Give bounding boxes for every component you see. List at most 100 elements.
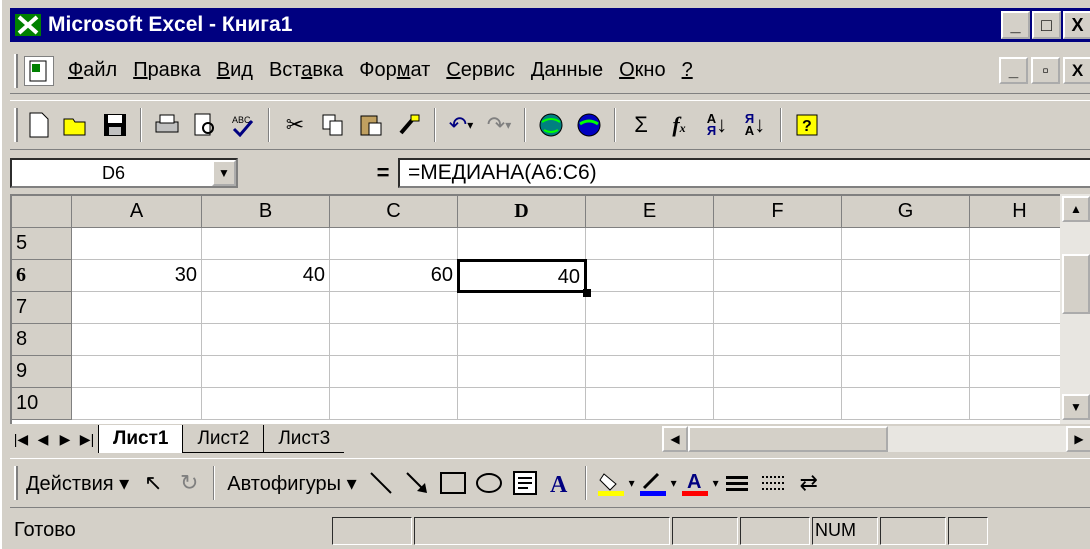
line-color-icon[interactable] [637,467,669,499]
doc-minimize-button[interactable]: _ [999,57,1028,84]
scroll-right-icon[interactable]: ▶ [1066,426,1090,452]
doc-restore-button[interactable]: ▫ [1031,57,1060,84]
sheet-tab-2[interactable]: Лист2 [182,425,264,453]
last-sheet-icon[interactable]: ▶| [76,426,98,452]
cell-a8[interactable] [72,324,202,356]
prev-sheet-icon[interactable]: ◀ [32,426,54,452]
cell-h7[interactable] [970,292,1060,324]
col-header-c[interactable]: C [330,196,458,228]
select-objects-icon[interactable]: ↖ [137,467,169,499]
cell-c8[interactable] [330,324,458,356]
new-icon[interactable] [22,108,56,142]
sheet-tab-3[interactable]: Лист3 [263,425,345,453]
paste-icon[interactable] [354,108,388,142]
free-rotate-icon[interactable]: ↻ [173,467,205,499]
wordart-icon[interactable]: A [545,467,577,499]
cell-e9[interactable] [586,356,714,388]
cell-a5[interactable] [72,228,202,260]
sheet-tab-1[interactable]: Лист1 [98,425,183,453]
cell-g5[interactable] [842,228,970,260]
cell-d5[interactable] [458,228,586,260]
scroll-down-icon[interactable]: ▼ [1062,394,1090,420]
menu-file[interactable]: Файл [68,59,117,82]
format-painter-icon[interactable] [392,108,426,142]
hyperlink-icon[interactable] [572,108,606,142]
text-box-icon[interactable] [509,467,541,499]
cell-b10[interactable] [202,388,330,420]
cell-d7[interactable] [458,292,586,324]
cell-c10[interactable] [330,388,458,420]
cell-c6[interactable]: 60 [330,260,458,292]
redo-icon[interactable]: ↷ ▾ [482,108,516,142]
col-header-g[interactable]: G [842,196,970,228]
cell-b9[interactable] [202,356,330,388]
cell-e6[interactable] [586,260,714,292]
web-icon[interactable] [534,108,568,142]
col-header-d[interactable]: D [458,196,586,228]
fill-handle[interactable] [583,289,591,297]
row-header-8[interactable]: 8 [12,324,72,356]
menu-tools[interactable]: Сервис [446,59,515,82]
cell-d8[interactable] [458,324,586,356]
open-icon[interactable] [60,108,94,142]
horizontal-scroll-thumb[interactable] [688,426,888,452]
cell-f5[interactable] [714,228,842,260]
select-all-button[interactable] [12,196,72,228]
cell-f10[interactable] [714,388,842,420]
scroll-up-icon[interactable]: ▲ [1062,196,1090,222]
arrow-icon[interactable] [401,467,433,499]
sort-asc-icon[interactable]: А Я ↓ [700,108,734,142]
menu-help[interactable]: ? [682,59,693,82]
cell-c5[interactable] [330,228,458,260]
menu-view[interactable]: Вид [217,59,253,82]
fill-color-icon[interactable] [595,467,627,499]
first-sheet-icon[interactable]: |◀ [10,426,32,452]
cell-h6[interactable] [970,260,1060,292]
menu-data[interactable]: Данные [531,59,603,82]
cell-e7[interactable] [586,292,714,324]
save-icon[interactable] [98,108,132,142]
horizontal-scroll-track[interactable] [688,426,1066,452]
menu-edit[interactable]: Правка [133,59,201,82]
line-icon[interactable] [365,467,397,499]
edit-formula-button[interactable]: = [368,160,398,186]
row-header-7[interactable]: 7 [12,292,72,324]
cell-h10[interactable] [970,388,1060,420]
cell-a10[interactable] [72,388,202,420]
cell-f9[interactable] [714,356,842,388]
cell-b6[interactable]: 40 [202,260,330,292]
undo-icon[interactable]: ↶ ▾ [444,108,478,142]
cell-b5[interactable] [202,228,330,260]
line-style-icon[interactable] [721,467,753,499]
help-icon[interactable]: ? [790,108,824,142]
cell-d6[interactable]: 40 [457,259,587,293]
cell-b7[interactable] [202,292,330,324]
col-header-h[interactable]: H [970,196,1060,228]
formula-input[interactable]: =МЕДИАНА(A6:C6) [398,158,1090,188]
spelling-icon[interactable]: ABC [226,108,260,142]
rectangle-icon[interactable] [437,467,469,499]
cell-e8[interactable] [586,324,714,356]
cell-a6[interactable]: 30 [72,260,202,292]
col-header-e[interactable]: E [586,196,714,228]
row-header-10[interactable]: 10 [12,388,72,420]
cell-f7[interactable] [714,292,842,324]
cell-e10[interactable] [586,388,714,420]
col-header-a[interactable]: A [72,196,202,228]
col-header-f[interactable]: F [714,196,842,228]
autosum-icon[interactable]: Σ [624,108,658,142]
menu-insert[interactable]: Вставка [269,59,343,82]
vertical-scroll-thumb[interactable] [1062,254,1090,314]
close-button[interactable]: X [1063,11,1090,39]
toolbar-grip[interactable] [14,108,18,142]
dash-style-icon[interactable] [757,467,789,499]
next-sheet-icon[interactable]: ▶ [54,426,76,452]
cell-g7[interactable] [842,292,970,324]
cell-d10[interactable] [458,388,586,420]
document-icon[interactable] [24,55,54,86]
actions-menu-button[interactable]: Действия ▾ [26,471,129,496]
cell-b8[interactable] [202,324,330,356]
cell-g6[interactable] [842,260,970,292]
maximize-button[interactable]: □ [1032,11,1061,39]
scroll-left-icon[interactable]: ◀ [662,426,688,452]
